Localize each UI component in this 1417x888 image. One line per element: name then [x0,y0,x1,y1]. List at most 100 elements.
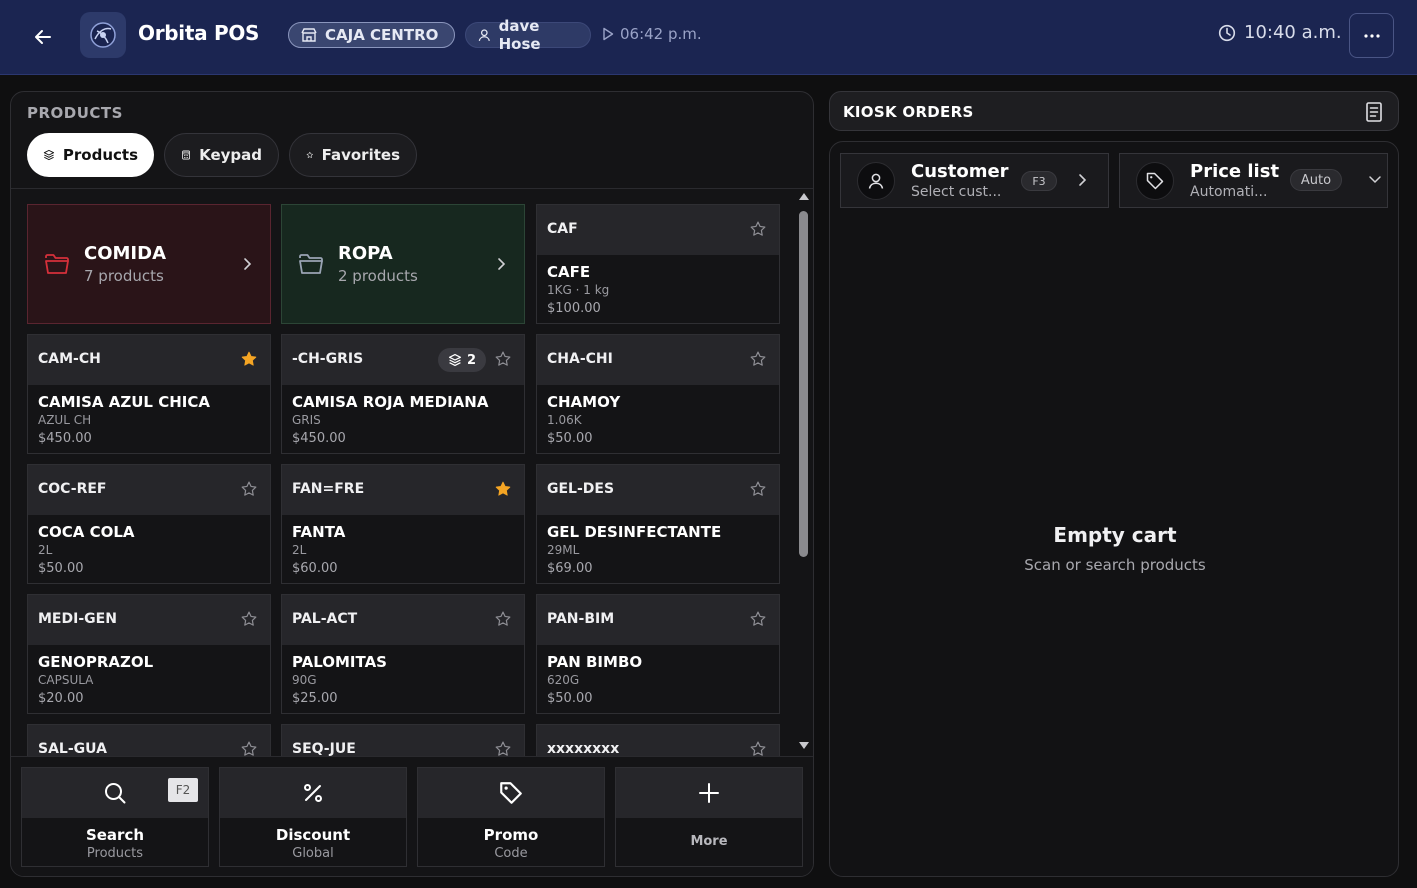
product-card[interactable]: CHA-CHI CHAMOY 1.06K $50.00 [536,334,780,454]
kiosk-orders-header[interactable]: KIOSK ORDERS [829,91,1399,131]
layers-icon [43,149,55,161]
more-menu-button[interactable] [1349,13,1394,58]
clock-icon [1218,24,1236,41]
product-variant: 620G [547,673,580,687]
product-card[interactable]: -CH-GRIS 2 CAMISA ROJA MEDIANA GRIS $450… [281,334,525,454]
product-sku: xxxxxxxx [547,741,620,756]
product-sku: MEDI-GEN [38,611,117,627]
product-card[interactable]: SAL-GUA [27,724,271,756]
star-icon[interactable] [749,220,767,238]
star-icon[interactable] [749,480,767,498]
tab-label: Keypad [199,146,262,164]
action-label: Discount [275,826,351,844]
category-folder-comida[interactable]: COMIDA 7 products [27,204,271,324]
star-icon[interactable] [240,480,258,498]
category-folder-ropa[interactable]: ROPA 2 products [281,204,525,324]
product-card[interactable]: CAF CAFE 1KG · 1 kg $100.00 [536,204,780,324]
product-price: $100.00 [547,301,601,316]
action-label: Promo [483,826,539,844]
receipt-icon[interactable] [1364,101,1384,123]
user-icon [478,29,490,42]
product-name: COCA COLA [38,523,135,541]
product-price: $60.00 [292,561,338,576]
price-list-avatar [1136,162,1174,200]
product-card[interactable]: SEQ-JUE [281,724,525,756]
product-card[interactable]: xxxxxxxx [536,724,780,756]
product-price: $50.00 [547,691,593,706]
action-sublabel: Global [292,846,334,861]
star-icon [306,151,313,158]
top-bar: Orbita POS CAJA CENTRO dave Hose 06:42 p… [0,0,1417,75]
folder-count: 2 products [338,267,418,285]
product-name: PAN BIMBO [547,653,643,671]
panel-title: PRODUCTS [27,104,123,122]
user-badge[interactable]: dave Hose [465,17,591,53]
tab-keypad[interactable]: Keypad [164,133,279,177]
cart-panel: Customer Select cust... F3 Price list Au… [829,141,1399,877]
scroll-thumb[interactable] [799,211,808,557]
more-actions-button[interactable]: More [615,767,803,867]
star-icon[interactable] [749,740,767,756]
price-list-selector[interactable]: Price list Automati... Auto [1119,153,1388,208]
star-filled-icon[interactable] [494,480,512,498]
search-products-button[interactable]: F2 Search Products [21,767,209,867]
product-name: CAFE [547,263,591,281]
tag-icon [500,782,522,804]
product-card[interactable]: GEL-DES GEL DESINFECTANTE 29ML $69.00 [536,464,780,584]
customer-value: Select cust... [911,184,1002,200]
action-sublabel: Code [494,846,528,861]
product-card[interactable]: PAL-ACT PALOMITAS 90G $25.00 [281,594,525,714]
product-price: $20.00 [38,691,84,706]
star-filled-icon[interactable] [240,350,258,368]
scroll-down-arrow[interactable] [799,742,809,749]
product-card[interactable]: CAM-CH CAMISA AZUL CHICA AZUL CH $450.00 [27,334,271,454]
product-variant: 2L [38,543,53,557]
product-price: $69.00 [547,561,593,576]
product-name: GEL DESINFECTANTE [547,523,722,541]
product-card[interactable]: COC-REF COCA COLA 2L $50.00 [27,464,271,584]
app-logo [80,12,126,58]
star-icon[interactable] [494,740,512,756]
shortcut-key: F2 [168,778,198,802]
tab-products[interactable]: Products [27,133,154,177]
product-price: $50.00 [547,431,593,446]
chevron-down-icon [1369,176,1381,184]
product-name: CHAMOY [547,393,621,411]
star-icon[interactable] [240,610,258,628]
register-badge[interactable]: CAJA CENTRO [288,22,455,48]
product-card[interactable]: PAN-BIM PAN BIMBO 620G $50.00 [536,594,780,714]
promo-code-button[interactable]: Promo Code [417,767,605,867]
star-icon[interactable] [749,350,767,368]
customer-selector[interactable]: Customer Select cust... F3 [840,153,1109,208]
product-sku: PAL-ACT [292,611,358,627]
user-name: dave Hose [498,17,541,53]
chevron-right-icon [244,258,252,270]
kiosk-orders-title: KIOSK ORDERS [843,103,974,121]
back-button[interactable] [30,24,56,50]
tab-favorites[interactable]: Favorites [289,133,417,177]
chevron-right-icon [1079,174,1087,186]
customer-shortcut-key: F3 [1021,171,1057,191]
star-icon[interactable] [749,610,767,628]
product-card[interactable]: FAN=FRE FANTA 2L $60.00 [281,464,525,584]
global-discount-button[interactable]: Discount Global [219,767,407,867]
register-name: CAJA CENTRO [325,26,439,44]
star-icon[interactable] [494,350,512,368]
star-icon[interactable] [240,740,258,756]
product-sku: PAN-BIM [547,611,615,627]
customer-label: Customer [911,161,1009,182]
product-card[interactable]: MEDI-GEN GENOPRAZOL CAPSULA $20.00 [27,594,271,714]
arrow-left-icon [35,30,51,44]
product-sku: FAN=FRE [292,481,365,497]
product-name: PALOMITAS [292,653,387,671]
product-grid-scrollbar[interactable] [797,189,811,756]
scroll-up-arrow[interactable] [799,193,809,200]
star-icon[interactable] [494,610,512,628]
price-list-auto-badge: Auto [1290,169,1342,191]
product-sku: GEL-DES [547,481,615,497]
product-variant: 90G [292,673,317,687]
product-variant: 2L [292,543,307,557]
calculator-icon [182,150,190,160]
product-price: $25.00 [292,691,338,706]
store-icon [301,28,317,42]
